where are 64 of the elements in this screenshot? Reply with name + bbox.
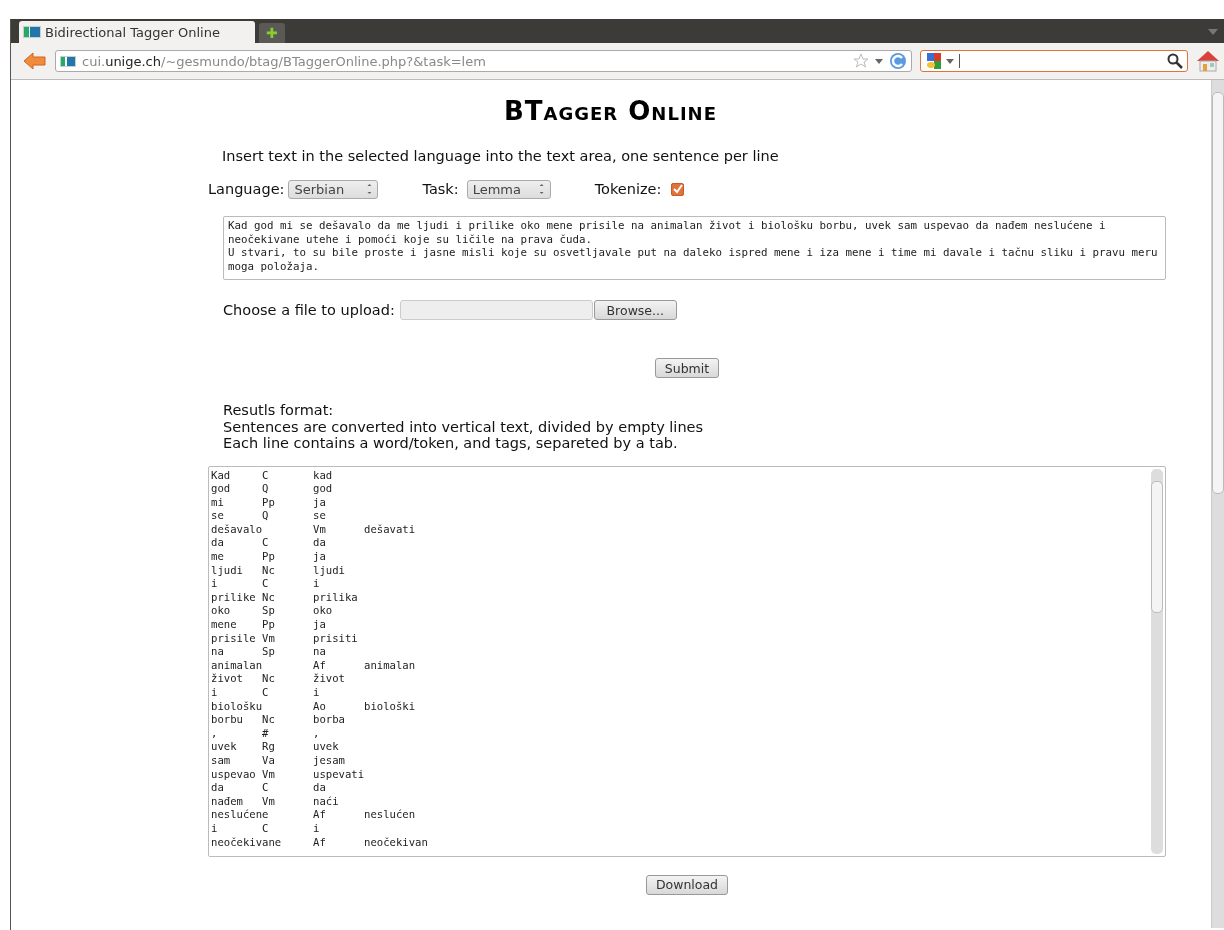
- result-line: borbu Nc borba: [211, 713, 346, 727]
- instruction-text: Insert text in the selected language into the text area, one sentence per line: [222, 148, 780, 164]
- result-line: mi Pp ja: [211, 495, 327, 510]
- language-select[interactable]: Serbian: [288, 179, 379, 199]
- result-line: nađem Vm naći: [211, 794, 340, 809]
- browse-button[interactable]: Browse...: [593, 300, 677, 320]
- result-line: neočekivane Af neočekivan: [211, 835, 429, 850]
- result-line: uvek Rg uvek: [211, 740, 340, 754]
- back-arrow-icon[interactable]: [23, 52, 47, 70]
- result-line: me Pp ja: [211, 550, 327, 564]
- browser-tab[interactable]: Bidirectional Tagger Online: [19, 21, 255, 43]
- result-line: da C da: [211, 781, 327, 795]
- dropdown-caret-icon[interactable]: [875, 58, 883, 64]
- result-line: Kad C kad: [211, 468, 334, 483]
- result-line: prilike Nc prilika: [211, 590, 359, 605]
- url-text: cui.unige.ch/~gesmundo/btag/BTaggerOnline.php?&task=lem: [82, 53, 487, 69]
- result-line: biološku Ao biološki: [211, 699, 417, 714]
- format-text: Sentences are converted into vertical text, divided by empty lines: [223, 418, 705, 435]
- text-input-area[interactable]: Kad god mi se dešavalo da me ljudi i prilike oko mene prisile na animalan život i biološku borbu, uvek sam uspevao da nađem neslućene i neočekivane utehe i pomoći koje su ličile na prava čuda. U stvari, to su bile proste i jasne misli koje su osvetljavale put na daleko ispred mene i iza mene i time mi davale i tačnu sliku i pravu meru moga položaja.: [223, 216, 1166, 280]
- result-line: i C i: [211, 821, 321, 836]
- result-line: uspevao Vm uspevati: [211, 767, 366, 782]
- result-line: da C da: [211, 536, 327, 551]
- file-path-field[interactable]: [399, 300, 593, 320]
- dropdown-caret-icon[interactable]: [946, 58, 954, 64]
- site-favicon-icon: [60, 55, 76, 67]
- result-line: god Q god: [211, 482, 334, 496]
- tokenize-checkbox[interactable]: [671, 182, 685, 196]
- result-line: neslućene Af neslućen: [211, 808, 417, 822]
- page-title: BTagger Online: [503, 95, 718, 126]
- result-line: prisile Vm prisiti: [211, 631, 359, 646]
- upload-label: Choose a file to upload:: [223, 302, 395, 318]
- task-select[interactable]: Lemma: [466, 179, 551, 199]
- search-engine-icon[interactable]: [925, 52, 943, 70]
- tokenize-label: Tokenize:: [594, 181, 662, 197]
- download-button[interactable]: Download: [645, 874, 729, 895]
- language-label: Language:: [208, 181, 285, 197]
- search-field[interactable]: [920, 50, 1188, 72]
- search-icon[interactable]: [1167, 53, 1183, 69]
- new-tab-button[interactable]: ✚: [259, 23, 285, 43]
- result-line: na Sp na: [211, 645, 327, 659]
- result-line: i C i: [211, 686, 321, 700]
- tab-list-icon[interactable]: [1208, 29, 1218, 35]
- scrollbar[interactable]: [1151, 468, 1163, 854]
- page-scrollbar[interactable]: [1211, 80, 1224, 928]
- format-text: Resutls format:: [223, 402, 335, 419]
- submit-button[interactable]: Submit: [654, 358, 720, 378]
- result-line: animalan Af animalan: [211, 658, 417, 673]
- result-line: život Nc život: [211, 672, 346, 686]
- task-label: Task:: [422, 181, 459, 197]
- result-line: ljudi Nc ljudi: [211, 563, 346, 578]
- result-line: sam Va jesam: [211, 753, 346, 768]
- address-field[interactable]: cui.unige.ch/~gesmundo/btag/BTaggerOnline.php?&task=lem: [55, 50, 912, 72]
- reload-icon[interactable]: [889, 52, 907, 70]
- format-text: Each line contains a word/token, and tags, separeted by a tab.: [223, 435, 679, 452]
- text-cursor-icon: [959, 54, 960, 68]
- site-favicon-icon: [23, 26, 41, 38]
- result-line: se Q se: [211, 509, 327, 523]
- result-line: mene Pp ja: [211, 618, 327, 632]
- home-icon[interactable]: [1196, 50, 1220, 72]
- result-line: i C i: [211, 577, 321, 591]
- result-line: oko Sp oko: [211, 604, 334, 619]
- bookmark-star-icon[interactable]: [853, 53, 869, 69]
- result-line: , # ,: [211, 726, 321, 741]
- result-line: dešavalo Vm dešavati: [211, 522, 417, 537]
